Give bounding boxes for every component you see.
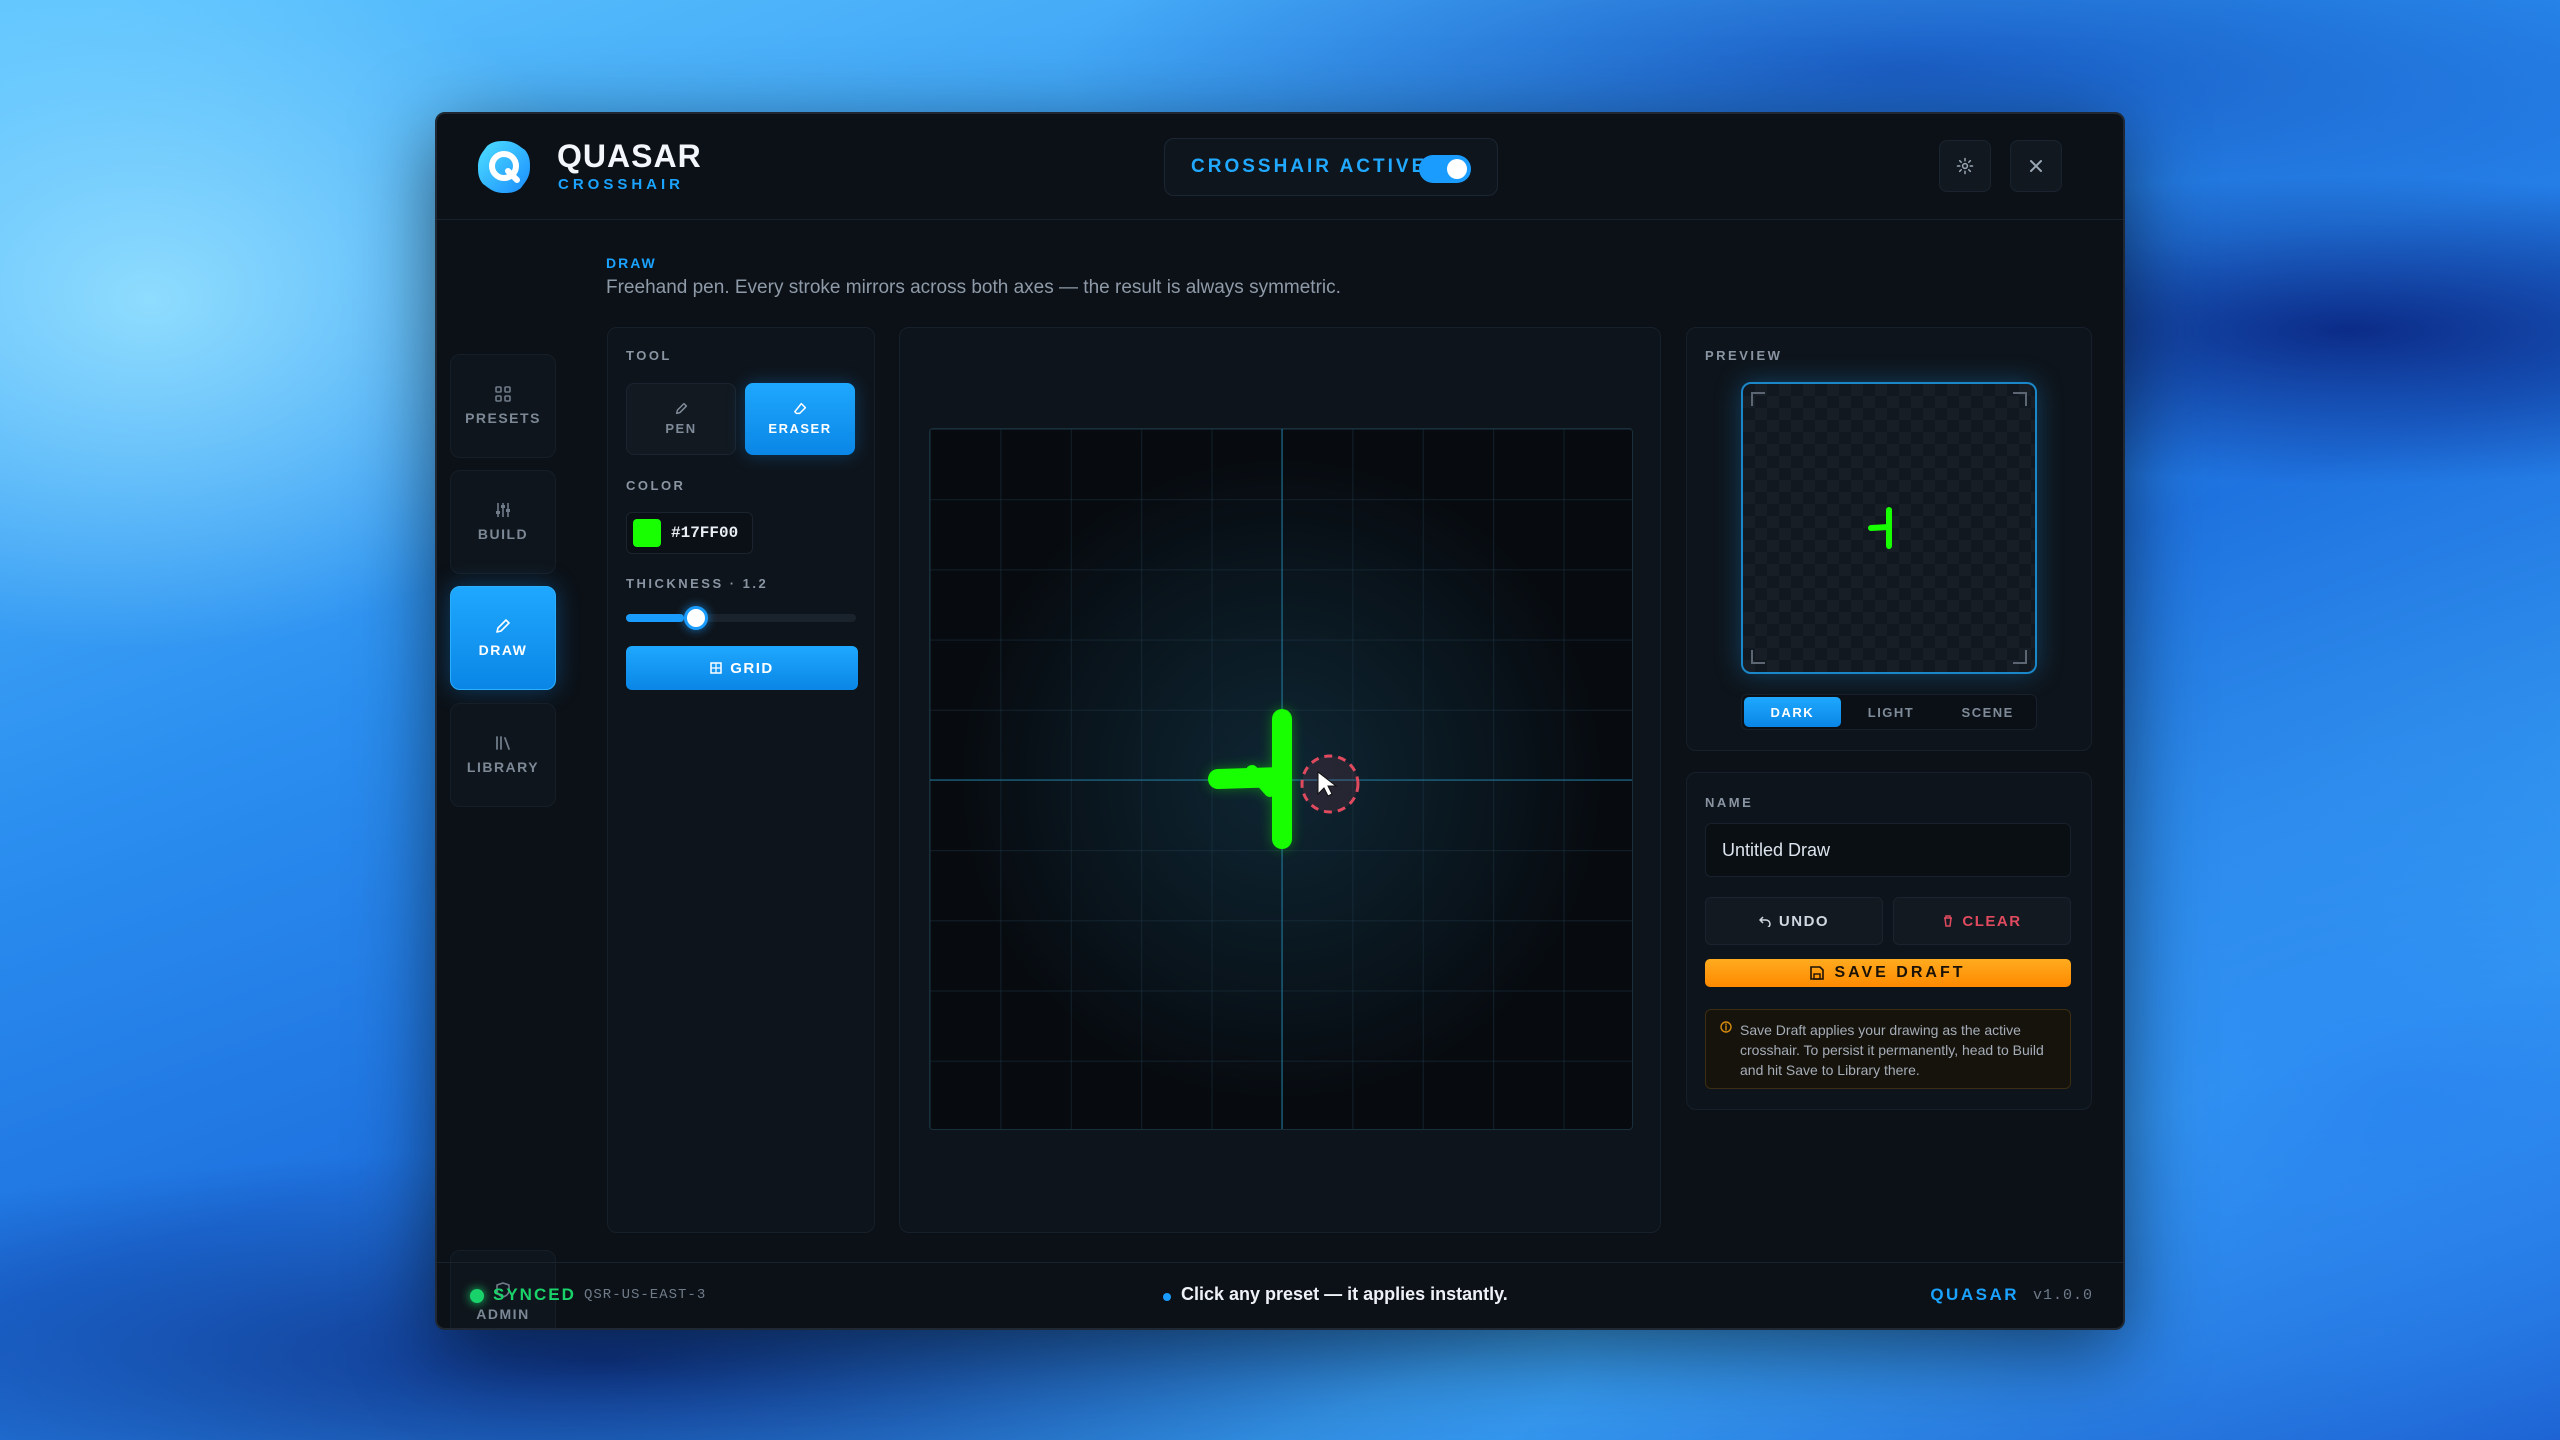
sync-status-dot bbox=[470, 1289, 484, 1303]
save-icon bbox=[1810, 966, 1825, 980]
pen-label: PEN bbox=[665, 421, 697, 436]
color-swatch bbox=[633, 519, 661, 547]
save-draft-button[interactable]: SAVE DRAFT bbox=[1705, 959, 2071, 987]
status-bar: SYNCED QSR-US-EAST-3 Click any preset — … bbox=[437, 1262, 2123, 1328]
eraser-icon bbox=[793, 402, 806, 415]
status-tip: Click any preset — it applies instantly. bbox=[1181, 1284, 1508, 1304]
trash-icon bbox=[1944, 915, 1953, 927]
undo-button[interactable]: UNDO bbox=[1705, 897, 1883, 945]
preview-label: PREVIEW bbox=[1705, 348, 1783, 363]
save-draft-label: SAVE DRAFT bbox=[1834, 964, 1966, 981]
grid-icon bbox=[710, 662, 722, 674]
header: QUASAR CROSSHAIR CROSSHAIR ACTIVE bbox=[437, 114, 2123, 220]
eraser-label: ERASER bbox=[768, 421, 832, 436]
canvas-panel bbox=[899, 327, 1661, 1233]
app-title: QUASAR bbox=[557, 138, 702, 174]
eraser-tool-button[interactable]: ERASER bbox=[745, 383, 855, 455]
name-panel: NAME UNDO CLEAR SAVE DRAFT Save Draft ap… bbox=[1686, 772, 2092, 1110]
sidebar-item-presets[interactable]: PRESETS bbox=[450, 354, 556, 458]
sidebar-item-label: LIBRARY bbox=[466, 759, 540, 775]
tool-panel: TOOL PEN ERASER COLOR #17FF00 THICKNESS … bbox=[607, 327, 875, 1233]
preview-mode-switch: DARK LIGHT SCENE bbox=[1741, 694, 2037, 730]
thickness-slider-handle[interactable] bbox=[684, 606, 708, 630]
preview-crosshair bbox=[1868, 507, 1892, 549]
server-region: QSR-US-EAST-3 bbox=[584, 1287, 707, 1303]
drawing-strokes bbox=[1208, 709, 1360, 849]
grid-label: GRID bbox=[730, 659, 774, 677]
sidebar-item-label: BUILD bbox=[477, 526, 529, 542]
grid-icon bbox=[495, 386, 511, 402]
grid-toggle-button[interactable]: GRID bbox=[626, 646, 858, 690]
clear-label: CLEAR bbox=[1962, 912, 2022, 930]
sidebar-item-label: DRAW bbox=[478, 642, 528, 658]
crosshair-active-pill: CROSSHAIR ACTIVE bbox=[1164, 138, 1498, 196]
sync-status-label: SYNCED bbox=[493, 1285, 576, 1304]
crosshair-active-label: CROSSHAIR ACTIVE bbox=[1191, 156, 1428, 177]
info-icon bbox=[1720, 1021, 1732, 1033]
preview-canvas bbox=[1741, 382, 2037, 674]
undo-label: UNDO bbox=[1778, 912, 1830, 930]
section-tag: DRAW bbox=[606, 255, 657, 271]
preview-mode-scene[interactable]: SCENE bbox=[1939, 695, 2036, 729]
thickness-slider-fill bbox=[626, 614, 684, 622]
thickness-label: THICKNESS · 1.2 bbox=[626, 576, 769, 591]
sidebar-item-build[interactable]: BUILD bbox=[450, 470, 556, 574]
save-draft-note: Save Draft applies your drawing as the a… bbox=[1705, 1009, 2071, 1089]
tip-dot bbox=[1163, 1293, 1171, 1301]
preview-panel: PREVIEW DARK LIGHT SCENE bbox=[1686, 327, 2092, 751]
undo-icon bbox=[1758, 916, 1771, 927]
thickness-slider[interactable] bbox=[626, 606, 856, 630]
crosshair-stroke bbox=[1208, 709, 1292, 849]
app-subtitle: CROSSHAIR bbox=[558, 176, 685, 193]
section-description: Freehand pen. Every stroke mirrors acros… bbox=[606, 277, 1341, 298]
gear-icon bbox=[1956, 157, 1974, 175]
pencil-icon bbox=[496, 619, 510, 633]
preview-mode-light[interactable]: LIGHT bbox=[1843, 695, 1940, 729]
sliders-icon bbox=[496, 503, 510, 517]
footer-brand: QUASAR bbox=[1930, 1285, 2019, 1304]
sidebar-item-label: PRESETS bbox=[465, 410, 541, 426]
pen-tool-button[interactable]: PEN bbox=[626, 383, 736, 455]
color-hex: #17FF00 bbox=[671, 524, 739, 542]
books-icon bbox=[496, 736, 510, 750]
settings-button[interactable] bbox=[1939, 140, 1991, 192]
save-draft-note-text: Save Draft applies your drawing as the a… bbox=[1740, 1022, 2044, 1078]
clear-button[interactable]: CLEAR bbox=[1893, 897, 2071, 945]
drawing-name-input[interactable] bbox=[1705, 823, 2071, 877]
app-version: v1.0.0 bbox=[2032, 1287, 2093, 1304]
close-icon bbox=[2030, 160, 2042, 172]
pencil-icon bbox=[675, 402, 687, 415]
sidebar-item-library[interactable]: LIBRARY bbox=[450, 703, 556, 807]
drawing-canvas[interactable] bbox=[929, 428, 1633, 1130]
close-button[interactable] bbox=[2010, 140, 2062, 192]
name-label: NAME bbox=[1705, 795, 1754, 810]
preview-mode-dark[interactable]: DARK bbox=[1744, 697, 1841, 727]
sidebar-item-draw[interactable]: DRAW bbox=[450, 586, 556, 690]
quasar-logo bbox=[478, 141, 530, 193]
color-picker[interactable]: #17FF00 bbox=[626, 512, 754, 554]
app-window: QUASAR CROSSHAIR CROSSHAIR ACTIVE PRESET… bbox=[435, 112, 2125, 1330]
tool-label: TOOL bbox=[626, 348, 672, 363]
crosshair-active-toggle[interactable] bbox=[1419, 155, 1471, 183]
color-label: COLOR bbox=[626, 478, 686, 493]
